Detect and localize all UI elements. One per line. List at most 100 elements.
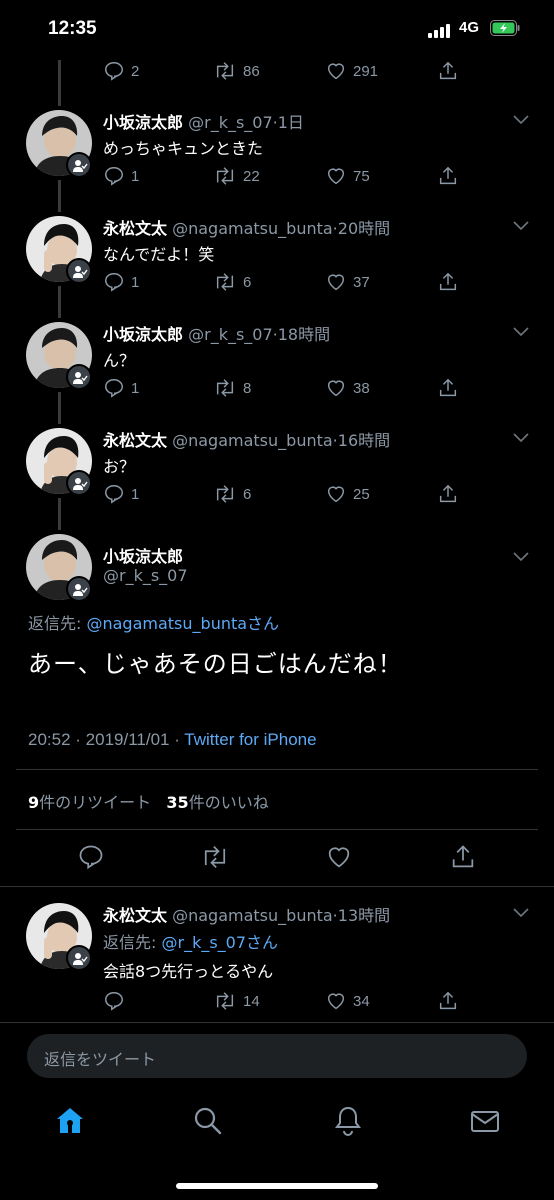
share-icon [439, 378, 457, 397]
tweet-actions: 14 34 [103, 990, 463, 1012]
retweet-button[interactable]: 8 [213, 377, 251, 399]
heart-icon[interactable] [325, 843, 353, 871]
reply-icon [105, 273, 123, 292]
tweet-header[interactable]: 小坂涼太郎 @r_k_s_07·1日 [103, 109, 304, 133]
share-icon [439, 61, 457, 80]
like-button[interactable]: 37 [325, 271, 370, 293]
chevron-down-icon[interactable] [512, 907, 530, 919]
home-icon[interactable] [53, 1104, 87, 1138]
tweet-text: めっちゃキュンときた [103, 139, 264, 158]
follow-badge-icon [66, 364, 92, 390]
follow-badge-icon [66, 945, 92, 971]
tweet-meta: 20:52 · 2019/11/01 · Twitter for iPhone [28, 730, 317, 749]
tweet-text: お？ [103, 457, 136, 476]
tweet-header[interactable]: 永松文太 @nagamatsu_bunta·16時間 [103, 427, 390, 451]
tweet-header[interactable]: 永松文太 @nagamatsu_bunta·20時間 [103, 215, 390, 239]
heart-icon [327, 993, 345, 1010]
like-button[interactable]: 38 [325, 377, 370, 399]
share-button[interactable] [437, 483, 459, 505]
heart-icon [327, 486, 345, 503]
tweet-text: あー、じゃあその日ごはんだね！ [28, 650, 403, 678]
retweet-button[interactable]: 6 [213, 483, 251, 505]
reply-button[interactable]: 2 [103, 60, 139, 82]
retweet-icon[interactable] [200, 843, 230, 871]
follow-badge-icon [66, 152, 92, 178]
chevron-down-icon[interactable] [512, 220, 530, 232]
chevron-down-icon[interactable] [512, 326, 530, 338]
reply-icon [105, 62, 123, 81]
like-button[interactable]: 75 [325, 165, 370, 187]
reply-button[interactable]: 1 [103, 165, 139, 187]
reply-to: 返信先: @r_k_s_07さん [103, 933, 279, 952]
chevron-down-icon[interactable] [512, 551, 530, 563]
retweet-button[interactable]: 14 [213, 990, 260, 1012]
retweet-icon [216, 62, 234, 80]
like-button[interactable]: 34 [325, 990, 370, 1012]
reply-placeholder: 返信をツイート [44, 1050, 157, 1069]
reply-to-user-link[interactable]: @r_k_s_07 [161, 933, 246, 952]
tweet-header[interactable]: 小坂涼太郎 @r_k_s_07·18時間 [103, 321, 330, 345]
author-name[interactable]: 小坂涼太郎 [103, 543, 183, 567]
follow-badge-icon [66, 470, 92, 496]
author-handle[interactable]: @r_k_s_07 [103, 566, 188, 585]
share-button[interactable] [437, 377, 459, 399]
signal-icon [428, 22, 454, 38]
home-indicator[interactable] [176, 1183, 378, 1189]
retweet-icon [216, 273, 234, 291]
retweet-icon [216, 379, 234, 397]
follow-badge-icon [66, 576, 92, 602]
notifications-icon[interactable] [331, 1104, 365, 1138]
retweet-icon [216, 485, 234, 503]
share-icon [439, 272, 457, 291]
tweet-text: なんでだよ！笑 [103, 245, 215, 264]
share-button[interactable] [437, 271, 459, 293]
tab-bar [0, 1090, 554, 1160]
reply-input[interactable]: 返信をツイート [27, 1034, 527, 1078]
reply-button[interactable]: 1 [103, 377, 139, 399]
source-link[interactable]: Twitter for iPhone [184, 730, 316, 749]
like-button[interactable]: 25 [325, 483, 370, 505]
reply-icon [105, 485, 123, 504]
reply-icon [105, 992, 123, 1011]
share-button[interactable] [437, 165, 459, 187]
tweet-text: 会話8つ先行っとるやん [103, 962, 274, 981]
status-time: 12:35 [48, 18, 97, 39]
tweet-stats: 9件のリツイート 35件のいいね [28, 789, 269, 813]
reply-icon[interactable] [77, 843, 105, 871]
chevron-down-icon[interactable] [512, 432, 530, 444]
retweet-icon [216, 992, 234, 1010]
heart-icon [327, 380, 345, 397]
share-icon [439, 991, 457, 1010]
reply-button[interactable]: 1 [103, 271, 139, 293]
tweet-header[interactable]: 永松文太 @nagamatsu_bunta·13時間 [103, 902, 390, 926]
tweet-actions: 1 6 25 [103, 483, 463, 505]
tweet-actions: 1 6 37 [103, 271, 463, 293]
retweet-icon [216, 167, 234, 185]
retweet-button[interactable]: 6 [213, 271, 251, 293]
reply-button[interactable] [103, 990, 131, 1012]
share-icon [439, 166, 457, 185]
reply-button[interactable]: 1 [103, 483, 139, 505]
like-stat[interactable]: 35件のいいね [166, 793, 268, 812]
battery-icon [490, 20, 520, 36]
focus-actions [0, 843, 554, 873]
tweet-actions-top: 2 86 291 [103, 60, 463, 82]
tweet-actions: 1 8 38 [103, 377, 463, 399]
chevron-down-icon[interactable] [512, 114, 530, 126]
share-icon [439, 484, 457, 503]
tweet-text: ん？ [103, 351, 136, 370]
share-icon[interactable] [449, 843, 477, 871]
heart-icon [327, 274, 345, 291]
retweet-button[interactable]: 22 [213, 165, 260, 187]
reply-to-user-link[interactable]: @nagamatsu_bunta [86, 614, 247, 633]
retweet-stat[interactable]: 9件のリツイート [28, 793, 151, 812]
reply-to: 返信先: @nagamatsu_buntaさん [28, 614, 280, 633]
reply-icon [105, 379, 123, 398]
messages-icon[interactable] [468, 1104, 502, 1138]
like-button[interactable]: 291 [325, 60, 378, 82]
share-button[interactable] [437, 60, 459, 82]
share-button[interactable] [437, 990, 459, 1012]
retweet-button[interactable]: 86 [213, 60, 260, 82]
status-bar: 12:35 4G [0, 0, 554, 60]
search-icon[interactable] [191, 1104, 225, 1138]
